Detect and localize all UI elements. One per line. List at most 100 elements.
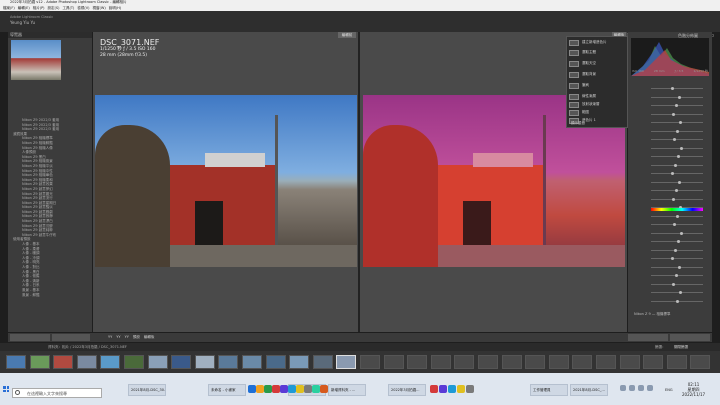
taskbar-app-button[interactable]: 2021年8月-DSC_30... <box>128 384 166 396</box>
before-photo[interactable] <box>95 95 357 267</box>
mask-menu-item[interactable]: 線性漸層 <box>569 93 625 101</box>
adjust-slider-knob[interactable] <box>680 146 683 150</box>
adjust-slider-knob[interactable] <box>672 112 675 116</box>
adjust-slider-track[interactable] <box>651 198 703 200</box>
view-mode-button[interactable]: YY <box>108 334 112 341</box>
navigator-thumbnail[interactable] <box>11 40 61 80</box>
taskbar-pinned-icon[interactable] <box>439 385 447 393</box>
filmstrip-thumbnail[interactable] <box>643 355 664 369</box>
filmstrip-thumbnail[interactable] <box>548 355 569 369</box>
adjust-slider-track[interactable] <box>651 258 703 259</box>
taskbar-app-button[interactable]: 2022年3月拍攝... <box>388 384 426 396</box>
taskbar-app-button[interactable]: 未命名 - 小畫家 <box>208 384 246 396</box>
adjust-slider-knob[interactable] <box>674 248 677 252</box>
filmstrip-thumbnail[interactable] <box>430 355 451 369</box>
mask-menu-item[interactable]: 選取背景 <box>569 71 625 79</box>
menu-item[interactable]: 設定(S) <box>48 6 60 10</box>
filmstrip-thumbnail[interactable] <box>336 355 357 369</box>
mask-menu-item[interactable]: 建立新增遮色片 <box>569 39 625 47</box>
adjust-slider-track[interactable] <box>651 96 703 98</box>
filmstrip-thumbnail[interactable] <box>124 355 144 369</box>
filmstrip-thumbnail[interactable] <box>242 355 262 369</box>
filmstrip-thumbnail[interactable] <box>525 355 546 369</box>
filmstrip-thumbnail[interactable] <box>454 355 475 369</box>
adjust-slider-track[interactable] <box>651 147 703 149</box>
adjust-slider-knob[interactable] <box>673 223 676 226</box>
adjust-slider-knob[interactable] <box>675 274 678 277</box>
adjust-slider-knob[interactable] <box>675 104 678 107</box>
menu-item[interactable]: 檔案(F) <box>3 6 15 10</box>
taskbar-search-input[interactable]: 在這裡輸入文字來搜尋 <box>12 388 102 398</box>
adjust-slider-knob[interactable] <box>678 180 681 184</box>
taskbar-pinned-icon[interactable] <box>288 385 296 393</box>
tray-icon[interactable] <box>647 385 653 391</box>
tray-icon[interactable] <box>638 385 644 391</box>
filmstrip-thumbnail[interactable] <box>690 355 711 369</box>
taskbar-pinned-icon[interactable] <box>264 385 272 393</box>
filter-value[interactable]: 關閉篩選 <box>674 343 688 351</box>
taskbar-pinned-icon[interactable] <box>296 385 304 393</box>
adjust-slider-knob[interactable] <box>677 155 680 158</box>
adjust-slider-knob[interactable] <box>676 214 679 218</box>
reset-button-left[interactable]: 重設 <box>52 334 90 350</box>
adjust-slider-knob[interactable] <box>678 265 681 269</box>
adjust-slider-track[interactable] <box>651 266 703 268</box>
adjust-slider-track[interactable] <box>651 224 703 225</box>
filmstrip-thumbnail[interactable] <box>265 355 286 369</box>
taskbar-pinned-icon[interactable] <box>312 385 320 393</box>
adjust-slider-knob[interactable] <box>671 257 674 260</box>
show-overlay-checkbox[interactable]: 顯示重疊 <box>571 121 585 126</box>
menu-item[interactable]: 檢視(V) <box>77 6 89 10</box>
tray-icon[interactable] <box>629 385 635 391</box>
adjust-slider-knob[interactable] <box>675 189 678 192</box>
adjust-slider-knob[interactable] <box>679 121 682 124</box>
adjust-slider-track[interactable] <box>651 88 703 89</box>
previous-button[interactable]: 上一張 <box>628 334 668 350</box>
taskbar-pinned-icon[interactable] <box>256 385 264 393</box>
adjust-slider-track[interactable] <box>651 113 703 115</box>
menu-item[interactable]: 說明(H) <box>109 6 121 10</box>
mask-menu-item[interactable]: 筆刷 <box>569 82 625 90</box>
view-mode-button[interactable]: YY <box>125 334 129 341</box>
copy-button[interactable]: 複製… <box>10 334 50 350</box>
filmstrip-thumbnail[interactable] <box>53 355 74 369</box>
adjust-slider-knob[interactable] <box>671 172 674 175</box>
menu-item[interactable]: 編輯(E) <box>18 6 30 10</box>
filmstrip-path[interactable]: 資料夾：相片 / 2022年3月拍攝 / DSC_3071.NEF <box>48 343 127 351</box>
filmstrip-thumbnail[interactable] <box>501 355 522 369</box>
filmstrip-thumbnail[interactable] <box>76 355 97 369</box>
filmstrip-thumbnail[interactable] <box>147 355 168 369</box>
windows-start-icon[interactable] <box>3 386 9 392</box>
filmstrip-thumbnail[interactable] <box>360 355 380 369</box>
view-mode-button[interactable]: YY <box>116 334 120 341</box>
adjust-slider-track[interactable] <box>651 122 703 123</box>
adjust-slider-knob[interactable] <box>672 197 675 201</box>
preset-item[interactable]: 風景 - 鮮豔 <box>8 293 92 298</box>
adjust-slider-knob[interactable] <box>671 87 674 90</box>
adjust-slider-knob[interactable] <box>678 95 681 99</box>
adjust-slider-knob[interactable] <box>677 240 680 243</box>
adjust-slider-track[interactable] <box>651 249 703 251</box>
mask-menu-item[interactable]: 選取天空 <box>569 60 625 68</box>
adjust-slider-knob[interactable] <box>672 282 675 286</box>
navigator-header[interactable]: 導覽器 <box>8 32 92 38</box>
adjust-slider-knob[interactable] <box>680 231 683 235</box>
tray-icon[interactable] <box>620 385 626 391</box>
filmstrip-thumbnail[interactable] <box>383 355 404 369</box>
color-spectrum-bar[interactable] <box>651 208 703 211</box>
filmstrip-thumbnail[interactable] <box>596 355 616 369</box>
filmstrip-thumbnail[interactable] <box>572 355 593 369</box>
adjust-slider-track[interactable] <box>651 139 703 140</box>
camera-profile[interactable]: Nikon Z 9 — 相機標準 <box>634 312 670 317</box>
adjust-slider-track[interactable] <box>651 292 703 293</box>
taskbar-pinned-icon[interactable] <box>457 385 465 393</box>
filmstrip-thumbnail[interactable] <box>619 355 640 369</box>
adjust-slider-track[interactable] <box>651 181 703 183</box>
menu-item[interactable]: 視窗(W) <box>93 6 106 10</box>
reset-button-right[interactable]: 重設 <box>670 334 710 350</box>
taskbar-pinned-icon[interactable] <box>248 385 256 393</box>
filmstrip-thumbnail[interactable] <box>478 355 498 369</box>
adjust-slider-knob[interactable] <box>676 129 679 133</box>
filmstrip-thumbnail[interactable] <box>100 355 121 369</box>
filmstrip-thumbnail[interactable] <box>218 355 239 369</box>
